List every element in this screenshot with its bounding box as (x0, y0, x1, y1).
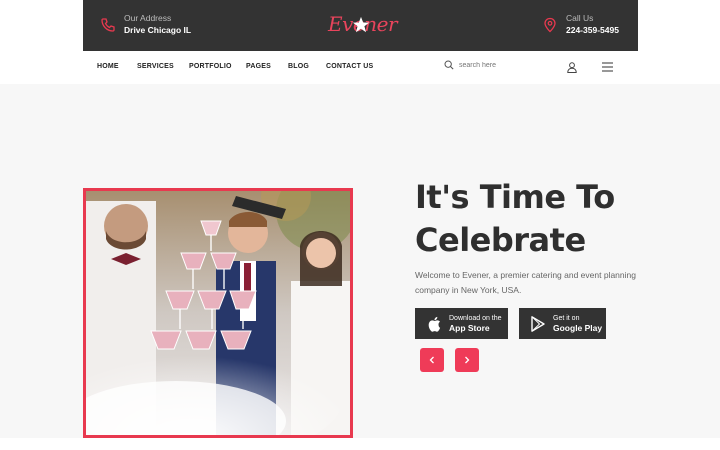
headline-line-2: Celebrate (415, 221, 586, 259)
search-icon[interactable] (444, 60, 454, 70)
chevron-right-icon (465, 356, 470, 364)
phone-icon (100, 17, 116, 33)
play-store-icon (531, 315, 545, 332)
address-value: Drive Chicago IL (124, 25, 192, 35)
call-value[interactable]: 224-359-5495 (566, 24, 619, 36)
call-block: Call Us 224-359-5495 (542, 12, 619, 36)
hamburger-icon[interactable] (602, 62, 613, 72)
headline-line-1: It's Time To (415, 178, 615, 216)
nav-item-services[interactable]: SERVICES (137, 63, 174, 70)
champagne-tower-illustration (86, 191, 350, 435)
slider-next-button[interactable] (455, 348, 479, 372)
nav-item-blog[interactable]: BLOG (288, 63, 309, 70)
app-store-big-text: App Store (449, 322, 490, 333)
search-bar (444, 60, 529, 70)
user-icon[interactable] (567, 62, 577, 73)
nav-item-pages[interactable]: PAGES (246, 63, 271, 70)
hero-headline: It's Time To Celebrate (415, 176, 695, 262)
address-label: Our Address (124, 13, 172, 23)
top-info-bar: Our Address Drive Chicago IL Evener Call… (83, 0, 638, 51)
app-store-button[interactable]: Download on the App Store (415, 308, 508, 339)
google-play-small-text: Get it on (553, 314, 580, 322)
nav-item-home[interactable]: HOME (97, 63, 119, 70)
star-icon (352, 16, 370, 33)
apple-icon (428, 316, 441, 332)
address-block: Our Address Drive Chicago IL (100, 12, 191, 36)
google-play-big-text: Google Play (553, 322, 603, 333)
google-play-button[interactable]: Get it on Google Play (519, 308, 606, 339)
logo[interactable]: Evener (328, 10, 398, 40)
map-pin-icon (542, 17, 558, 33)
app-store-small-text: Download on the (449, 314, 502, 322)
nav-item-portfolio[interactable]: PORTFOLIO (189, 63, 232, 70)
hero-photo (83, 188, 353, 438)
search-input[interactable] (459, 61, 529, 69)
hero-description: Welcome to Evener, a premier catering an… (415, 270, 636, 295)
main-nav: HOME SERVICES PORTFOLIO PAGES BLOG CONTA… (83, 51, 638, 84)
slider-prev-button[interactable] (420, 348, 444, 372)
chevron-left-icon (429, 356, 434, 364)
call-label: Call Us (566, 13, 594, 23)
nav-item-contact-us[interactable]: CONTACT US (326, 63, 373, 70)
